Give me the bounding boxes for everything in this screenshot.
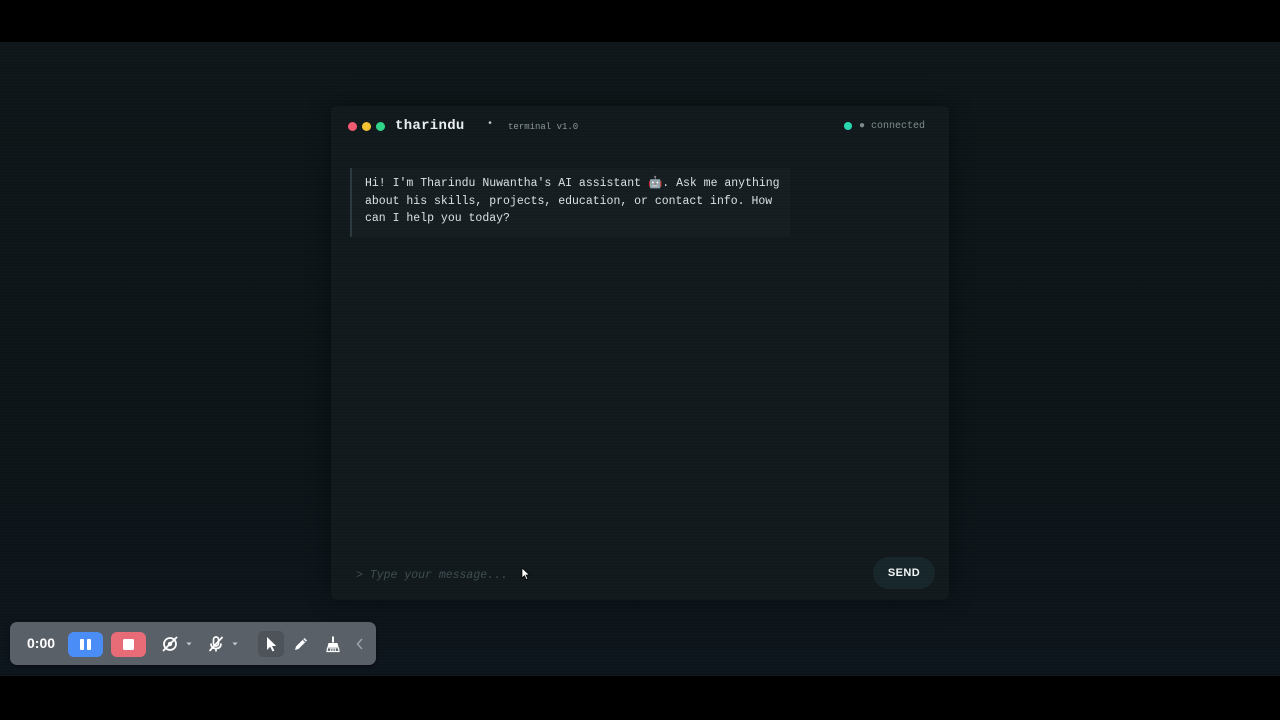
recording-timer: 0:00 bbox=[27, 635, 56, 651]
collapse-chevron-icon[interactable] bbox=[354, 634, 366, 654]
connection-status-text: ● connected bbox=[859, 121, 926, 132]
mic-off-icon[interactable] bbox=[206, 634, 226, 654]
stop-recording-button[interactable] bbox=[111, 632, 146, 657]
mouse-cursor-icon bbox=[521, 567, 531, 581]
letterbox-bottom bbox=[0, 676, 1280, 720]
connection-status-icon bbox=[844, 122, 852, 130]
send-button[interactable]: SEND bbox=[873, 557, 935, 589]
camera-off-icon[interactable] bbox=[160, 634, 180, 654]
window-close-dot[interactable] bbox=[348, 122, 357, 131]
chat-terminal-window: tharindu • terminal v1.0 ● connected Hi!… bbox=[331, 106, 949, 600]
title-separator: • bbox=[487, 119, 494, 130]
page-background: tharindu • terminal v1.0 ● connected Hi!… bbox=[0, 42, 1280, 676]
camera-options-chevron-icon[interactable] bbox=[186, 641, 192, 647]
assistant-message: Hi! I'm Tharindu Nuwantha's AI assistant… bbox=[350, 168, 790, 237]
mic-options-chevron-icon[interactable] bbox=[232, 641, 238, 647]
window-maximize-dot[interactable] bbox=[376, 122, 385, 131]
message-input[interactable] bbox=[356, 564, 816, 586]
letterbox-top bbox=[0, 0, 1280, 42]
terminal-header: tharindu • terminal v1.0 ● connected bbox=[331, 106, 949, 150]
terminal-version: terminal v1.0 bbox=[508, 122, 579, 132]
eraser-icon[interactable] bbox=[323, 634, 343, 654]
pause-recording-button[interactable] bbox=[68, 632, 103, 657]
screen-recorder-toolbar: 0:00 bbox=[10, 622, 376, 665]
terminal-title: tharindu bbox=[395, 118, 465, 134]
pointer-icon[interactable] bbox=[261, 634, 281, 654]
pen-icon[interactable] bbox=[291, 634, 311, 654]
window-minimize-dot[interactable] bbox=[362, 122, 371, 131]
composer: SEND bbox=[331, 550, 949, 600]
message-list[interactable]: Hi! I'm Tharindu Nuwantha's AI assistant… bbox=[331, 150, 949, 550]
